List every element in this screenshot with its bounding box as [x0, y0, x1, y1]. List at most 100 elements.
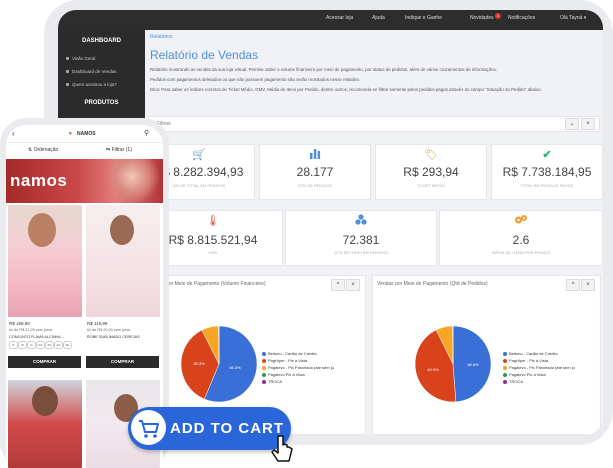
legend-label: Beltuno - Cartão de Crédito: [268, 351, 317, 356]
news-badge: 1: [495, 13, 501, 19]
main-content: Relatórios Relatório de Vendas Relatório…: [143, 30, 603, 435]
legend-swatch: [503, 351, 507, 356]
size-option[interactable]: G: [27, 341, 36, 349]
size-option[interactable]: XG: [45, 341, 54, 349]
page-title: Relatório de Vendas: [150, 48, 259, 62]
size-option[interactable]: 2G: [54, 341, 63, 349]
legend-label: PagHiper - Pix à Vista: [268, 358, 308, 363]
kpi-card: ✔ R$ 7.738.184,95 TOTAL EM PEDIDOS PAGOS: [491, 144, 603, 200]
legend-swatch: [262, 358, 266, 363]
legend-swatch: [262, 379, 266, 384]
legend-item[interactable]: TROCA: [262, 379, 282, 384]
breadcrumb[interactable]: Relatórios: [150, 34, 173, 40]
gears-icon: [440, 214, 602, 228]
size-option[interactable]: GG: [36, 341, 45, 349]
legend-swatch: [503, 365, 507, 370]
kpi-card: 72.381 QTD DE ITENS EM PEDIDOS: [285, 210, 437, 266]
legend-item[interactable]: Beltuno - Cartão de Crédito: [262, 351, 317, 356]
kpi-value: 72.381: [342, 233, 380, 247]
legend-swatch: [262, 365, 266, 370]
description-line: Dica: Para saber os índices corretos de …: [150, 87, 542, 92]
filter-button[interactable]: ⇆ Filtrar (1): [106, 147, 132, 153]
add-to-cart-label: ADD TO CART: [170, 420, 285, 437]
product-photo[interactable]: [8, 380, 82, 468]
pointer-cursor-icon: [271, 435, 293, 462]
chevron-down-icon[interactable]: ⌄: [565, 118, 579, 130]
chevron-up-icon[interactable]: ^: [331, 279, 345, 291]
kpi-label: MÉDIA DE ITENS POR PEDIDO: [492, 251, 550, 255]
product-name[interactable]: ROBE SUBLIMADO CEREJAS: [87, 335, 140, 339]
kpi-value: 2.6: [512, 233, 530, 247]
topbar-refer[interactable]: Indique e Ganhe: [405, 15, 442, 21]
kpi-card: 2.6 MÉDIA DE ITENS POR PEDIDO: [439, 210, 603, 266]
sidebar-item-overview[interactable]: Visão Geral: [66, 56, 95, 61]
topbar-help[interactable]: Ajuda: [372, 15, 385, 21]
kpi-card: 🏷 R$ 293,94 TICKET MÉDIO: [375, 144, 487, 200]
sidebar-dashboard-title: DASHBOARD: [82, 38, 121, 44]
kpi-value: 28.177: [296, 165, 334, 179]
top-navbar: Acessar loja Ajuda Indique e Ganhe Novid…: [58, 10, 603, 30]
back-icon[interactable]: ‹: [12, 129, 15, 138]
topbar-user-menu[interactable]: Olá Tayná ▾: [560, 15, 586, 21]
legend-label: PagHiper - Pix à Vista: [509, 358, 549, 363]
size-option[interactable]: M: [18, 341, 27, 349]
topbar-notifications[interactable]: Notificações: [508, 15, 535, 21]
pie-chart-volume: 56.3% 36.3%: [180, 325, 258, 403]
search-icon[interactable]: ⚲: [144, 129, 149, 137]
cart-icon: [131, 410, 166, 445]
filters-bar[interactable]: Filtros ⌄ ×: [148, 116, 600, 132]
sort-label: Ordenação: [33, 147, 59, 153]
kpi-value: R$ 293,94: [403, 165, 459, 179]
legend-label: Pagalevo Pix à Vista: [509, 372, 546, 377]
tag-icon: 🏷: [424, 149, 438, 161]
legend-item[interactable]: PagHiper - Pix à Vista: [262, 358, 307, 363]
product-price: R$ 119,99: [87, 321, 108, 326]
legend-label: TROCA: [509, 379, 523, 384]
kpi-card: 28.177 QTD DE PEDIDOS: [259, 144, 371, 200]
product-photo[interactable]: [86, 205, 160, 317]
sidebar-item-who-visited[interactable]: Quem acessou a loja?: [66, 82, 117, 87]
buy-button[interactable]: COMPRAR: [8, 356, 81, 368]
topbar-visit-store[interactable]: Acessar loja: [326, 15, 353, 21]
sort-button[interactable]: ⇅ Ordenação: [28, 147, 58, 153]
pie-label: 36.3%: [193, 361, 205, 366]
legend-label: Pagalevo Pix à Vista: [268, 372, 305, 377]
size-option[interactable]: 3G: [63, 341, 72, 349]
legend-item[interactable]: Pagalevo Pix à Vista: [503, 372, 546, 377]
kpi-value: R$ 7.738.184,95: [502, 165, 592, 179]
bar-chart-icon: [260, 148, 370, 162]
close-icon[interactable]: ×: [581, 118, 595, 130]
product-photo[interactable]: [8, 205, 82, 317]
legend-item[interactable]: Pagalevo Pix à Vista: [262, 372, 305, 377]
chart-panel-orders: Vendas por Meio de Pagamento (Qtd de Ped…: [372, 275, 601, 435]
kpi-label: TOTAL EM PEDIDOS PAGOS: [520, 184, 574, 188]
sidebar-item-sales-dashboard[interactable]: Dashboard de Vendas: [66, 69, 117, 74]
legend-item[interactable]: Pagalevo - Pix Parcelado (até sem ju: [262, 365, 334, 370]
product-name[interactable]: CONJUNTO FLAMA ALCINHA...: [9, 335, 64, 339]
legend-label: TROCA: [268, 379, 282, 384]
add-to-cart-button[interactable]: ADD TO CART: [128, 407, 291, 450]
banner-model-photo: [102, 159, 162, 203]
legend-item[interactable]: Pagalevo - Pix Parcelado (até sem ju: [503, 365, 575, 370]
heart-icon: ♥: [69, 131, 72, 137]
sidebar-products-title: PRODUTOS: [84, 100, 119, 106]
size-option[interactable]: P: [9, 341, 18, 349]
legend-swatch: [503, 372, 507, 377]
store-header: ‹ ♥ NAMOS ⚲: [6, 125, 163, 143]
cubes-icon: [286, 214, 436, 228]
store-logo[interactable]: NAMOS: [77, 131, 96, 137]
close-icon[interactable]: ×: [581, 279, 595, 291]
check-icon: ✔: [542, 149, 552, 161]
topbar-news[interactable]: Novidades: [470, 15, 494, 21]
legend-item[interactable]: Beltuno - Cartão de Crédito: [503, 351, 558, 356]
buy-button[interactable]: COMPRAR: [86, 356, 159, 368]
legend-item[interactable]: PagHiper - Pix à Vista: [503, 358, 548, 363]
close-icon[interactable]: ×: [346, 279, 360, 291]
kpi-label: QTD DE PEDIDOS: [298, 184, 332, 188]
legend-swatch: [503, 379, 507, 384]
product-installment: 6x de R$ 21,25 sem juros: [9, 328, 53, 332]
pie-label: 48.8%: [467, 362, 479, 367]
store-banner[interactable]: namos: [6, 159, 163, 203]
legend-item[interactable]: TROCA: [503, 379, 523, 384]
chevron-up-icon[interactable]: ^: [566, 279, 580, 291]
